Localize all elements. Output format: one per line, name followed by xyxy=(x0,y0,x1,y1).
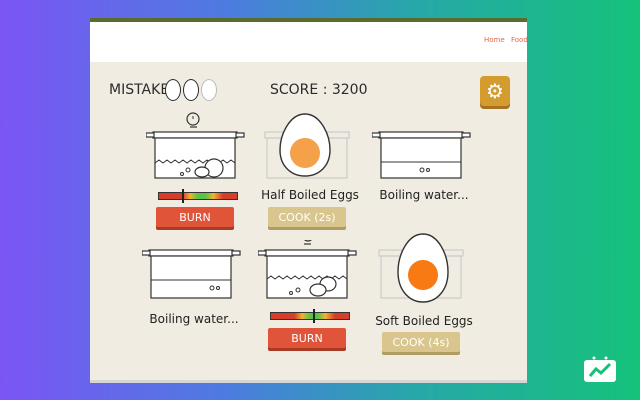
pot-station-4[interactable]: Boiling water... xyxy=(142,240,246,383)
yolk xyxy=(408,260,438,290)
score-label: SCORE : 3200 xyxy=(270,82,368,98)
nav-link-food[interactable]: Food xyxy=(511,36,527,44)
pot-icon xyxy=(378,233,464,303)
meter-needle xyxy=(312,309,315,323)
pot-icon xyxy=(146,112,245,179)
cook-meter xyxy=(270,309,350,323)
settings-button[interactable]: ⚙ xyxy=(480,76,510,106)
burn-button[interactable]: BURN xyxy=(268,328,346,348)
mistake-indicator-2 xyxy=(183,79,199,101)
burn-button[interactable]: BURN xyxy=(156,207,234,227)
gear-icon: ⚙ xyxy=(486,79,504,103)
nav-link-home[interactable]: Home xyxy=(484,36,505,44)
bottom-bar xyxy=(90,380,527,383)
cook-button[interactable]: COOK (4s) xyxy=(382,332,460,352)
cook-button[interactable]: COOK (2s) xyxy=(268,207,346,227)
browser-window: Home Food MISTAKE : SCORE : 3200 ⚙ BURN … xyxy=(90,18,527,383)
pot-station-1[interactable]: BURN xyxy=(146,110,250,260)
cook-meter xyxy=(158,189,238,203)
pot-icon xyxy=(264,113,350,179)
yolk xyxy=(290,138,320,168)
pot-icon xyxy=(372,131,471,179)
pot-station-2[interactable]: Half Boiled Eggs COOK (2s) xyxy=(258,110,362,260)
mistake-indicator-1 xyxy=(165,79,181,101)
meter-needle xyxy=(181,189,184,203)
station-status: Boiling water... xyxy=(149,312,239,326)
site-nav: Home Food xyxy=(90,22,527,62)
android-badge-icon xyxy=(584,356,616,382)
station-status: Soft Boiled Eggs xyxy=(375,314,473,328)
station-status: Half Boiled Eggs xyxy=(261,188,359,202)
pot-station-5[interactable]: BURN xyxy=(258,240,362,383)
pot-icon xyxy=(258,240,357,299)
game-area: MISTAKE : SCORE : 3200 ⚙ BURN Half Boile… xyxy=(90,62,527,380)
pot-station-6[interactable]: Soft Boiled Eggs COOK (4s) xyxy=(372,232,476,382)
mistake-indicator-3 xyxy=(201,79,217,101)
station-status: Boiling water... xyxy=(379,188,469,202)
pot-icon xyxy=(142,249,241,299)
